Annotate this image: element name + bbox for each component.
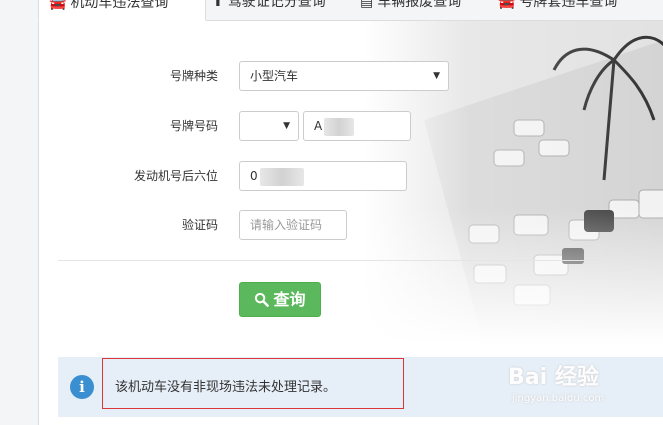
page: 🚘 机动车违法查询 ⬆ 驾驶证记分查询 ▤ 车辆报废查询 🚘 号牌套违车查询 号牌种类 … bbox=[0, 0, 663, 425]
left-gutter bbox=[0, 0, 38, 425]
captcha-placeholder: 请输入验证码 bbox=[250, 218, 323, 232]
document-icon: ▤ bbox=[360, 0, 374, 10]
search-icon bbox=[255, 292, 270, 307]
car-icon: 🚘 bbox=[498, 0, 516, 10]
chevron-down-icon: ▼ bbox=[433, 71, 440, 81]
info-message: 该机动车没有非现场违法未处理记录。 bbox=[115, 380, 337, 395]
engine-number-input[interactable]: 0 bbox=[239, 161, 407, 191]
engine-number-row: 发动机号后六位 0 bbox=[38, 160, 663, 192]
tab-license-points[interactable]: ⬆ 驾驶证记分查询 bbox=[202, 0, 336, 19]
arrow-up-icon: ⬆ bbox=[212, 0, 224, 10]
plate-number-row: 号牌号码 ▼ A bbox=[38, 110, 663, 142]
chevron-down-icon: ▼ bbox=[283, 121, 290, 131]
plate-number-value: A bbox=[314, 119, 323, 133]
highlight-box: 该机动车没有非现场违法未处理记录。 bbox=[102, 358, 404, 409]
captcha-label: 验证码 bbox=[181, 218, 218, 232]
tab-label: 机动车违法查询 bbox=[70, 0, 169, 11]
query-tabs: 🚘 机动车违法查询 ⬆ 驾驶证记分查询 ▤ 车辆报废查询 🚘 号牌套违车查询 bbox=[38, 0, 663, 21]
query-button[interactable]: 查询 bbox=[239, 282, 321, 317]
tab-plate-fake[interactable]: 🚘 号牌套违车查询 bbox=[488, 0, 627, 19]
info-icon: i bbox=[70, 375, 94, 399]
captcha-row: 验证码 请输入验证码 bbox=[38, 209, 663, 241]
captcha-input[interactable]: 请输入验证码 bbox=[239, 210, 347, 240]
engine-number-value: 0 bbox=[250, 169, 258, 183]
tab-label: 车辆报废查询 bbox=[377, 0, 462, 10]
redacted-mask bbox=[324, 117, 355, 136]
form-divider bbox=[58, 260, 663, 261]
tab-vehicle-scrap[interactable]: ▤ 车辆报废查询 bbox=[350, 0, 471, 19]
tab-label: 号牌套违车查询 bbox=[519, 0, 618, 10]
plate-type-row: 号牌种类 小型汽车 ▼ bbox=[38, 60, 663, 92]
query-button-label: 查询 bbox=[273, 290, 306, 309]
info-alert: i 该机动车没有非现场违法未处理记录。 bbox=[58, 357, 663, 417]
plate-type-select[interactable]: 小型汽车 ▼ bbox=[239, 61, 449, 91]
redacted-mask bbox=[259, 167, 304, 186]
plate-number-input[interactable]: A bbox=[303, 111, 411, 141]
engine-number-label: 发动机号后六位 bbox=[133, 169, 218, 183]
tab-label: 驾驶证记分查询 bbox=[227, 0, 326, 10]
car-icon: 🚘 bbox=[49, 0, 67, 11]
plate-prefix-select[interactable]: ▼ bbox=[239, 111, 299, 141]
tab-vehicle-violation[interactable]: 🚘 机动车违法查询 bbox=[38, 0, 206, 21]
plate-number-label: 号牌号码 bbox=[169, 119, 218, 133]
plate-type-value: 小型汽车 bbox=[250, 69, 299, 83]
plate-type-label: 号牌种类 bbox=[169, 69, 218, 83]
